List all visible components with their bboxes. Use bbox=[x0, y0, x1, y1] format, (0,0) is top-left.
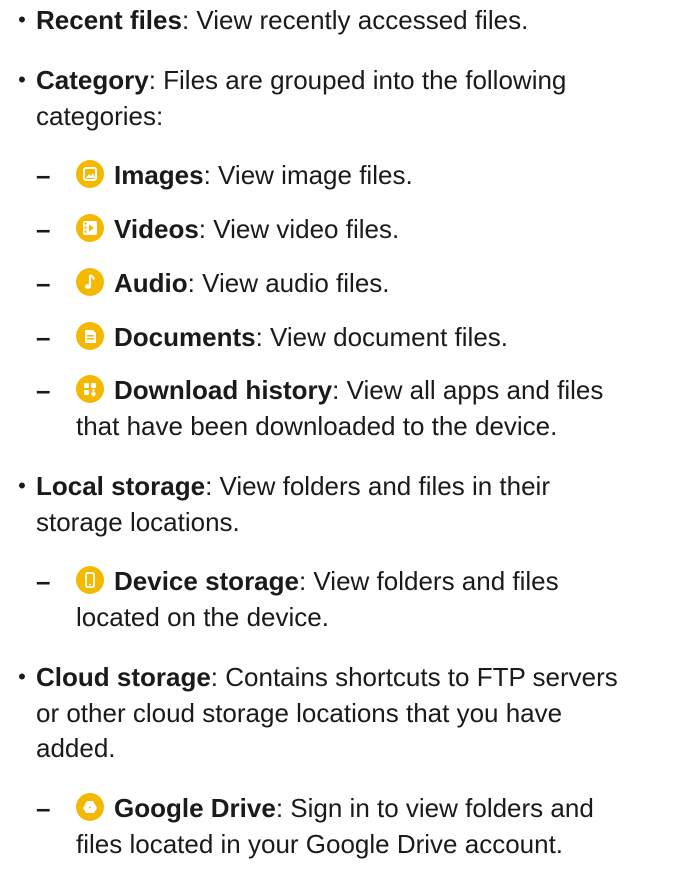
help-document: • Recent files: View recently accessed f… bbox=[0, 0, 678, 869]
dash: – bbox=[36, 375, 51, 405]
bullet: • bbox=[18, 473, 26, 498]
bullet: • bbox=[18, 664, 26, 689]
dash: – bbox=[36, 214, 51, 244]
item-description-continued: added. bbox=[36, 733, 116, 763]
item-title: Category bbox=[36, 65, 149, 95]
document-icon bbox=[76, 322, 104, 350]
item-description: : View recently accessed files. bbox=[181, 5, 529, 35]
sub-item-description-continued: files located in your Google Drive accou… bbox=[76, 829, 564, 859]
sub-item-description-continued: located on the device. bbox=[76, 602, 329, 632]
item-title: Cloud storage bbox=[36, 662, 211, 692]
video-icon bbox=[76, 214, 104, 242]
sub-item-title: Documents bbox=[114, 322, 256, 352]
sub-item-title: Audio bbox=[114, 268, 188, 298]
sub-item-title: Google Drive bbox=[114, 793, 276, 823]
dash: – bbox=[36, 160, 51, 190]
sub-item-description: : View folders and files bbox=[298, 566, 559, 596]
dash: – bbox=[36, 268, 51, 298]
item-title: Recent files bbox=[36, 5, 182, 35]
sub-item-description: : View image files. bbox=[203, 160, 413, 190]
item-description-continued: categories: bbox=[36, 101, 164, 131]
item-description: : Contains shortcuts to FTP servers bbox=[210, 662, 618, 692]
item-description-continued: or other cloud storage locations that yo… bbox=[36, 698, 563, 728]
sub-item-title: Videos bbox=[114, 214, 199, 244]
google-drive-icon bbox=[76, 793, 104, 821]
image-icon bbox=[76, 160, 104, 188]
item-description: : Files are grouped into the following bbox=[148, 65, 567, 95]
item-description: : View folders and files in their bbox=[205, 471, 550, 501]
bullet: • bbox=[18, 67, 26, 92]
phone-icon bbox=[76, 566, 104, 594]
sub-item-description: : View all apps and files bbox=[332, 375, 604, 405]
dash: – bbox=[36, 793, 51, 823]
sub-item-title: Device storage bbox=[114, 566, 299, 596]
sub-item-description: : View audio files. bbox=[187, 268, 390, 298]
bullet: • bbox=[18, 7, 26, 32]
item-description-continued: storage locations. bbox=[36, 507, 240, 537]
sub-item-description: : View video files. bbox=[198, 214, 400, 244]
sub-item-title: Images bbox=[114, 160, 204, 190]
item-title: Local storage bbox=[36, 471, 206, 501]
sub-item-title: Download history bbox=[114, 375, 333, 405]
sub-item-description: : Sign in to view folders and bbox=[275, 793, 594, 823]
download-icon bbox=[76, 375, 104, 403]
dash: – bbox=[36, 322, 51, 352]
dash: – bbox=[36, 566, 51, 596]
sub-item-description: : View document files. bbox=[255, 322, 508, 352]
audio-icon bbox=[76, 268, 104, 296]
sub-item-description-continued: that have been downloaded to the device. bbox=[76, 411, 558, 441]
